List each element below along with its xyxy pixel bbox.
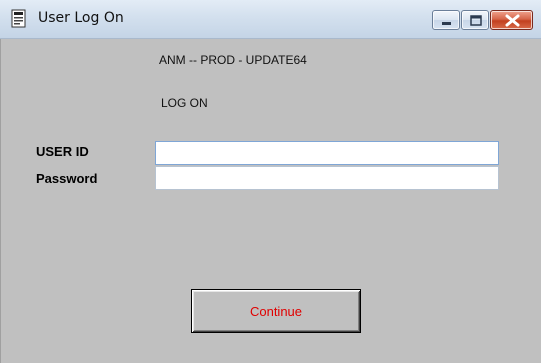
- minimize-button[interactable]: [432, 10, 460, 30]
- close-button[interactable]: [490, 10, 533, 30]
- password-input[interactable]: [155, 166, 499, 190]
- password-label: Password: [36, 171, 98, 186]
- log-on-heading: LOG ON: [161, 96, 208, 110]
- environment-label: ANM -- PROD - UPDATE64: [159, 53, 307, 67]
- maximize-button[interactable]: [461, 10, 489, 30]
- user-id-input[interactable]: [155, 141, 499, 165]
- continue-button[interactable]: Continue: [191, 289, 361, 333]
- document-icon: [10, 9, 28, 29]
- user-id-label: USER ID: [36, 144, 89, 159]
- title-bar[interactable]: User Log On: [0, 0, 541, 39]
- log-on-panel: ANM -- PROD - UPDATE64 LOG ON USER ID Pa…: [0, 39, 541, 363]
- user-log-on-window: User Log On ANM -- PROD - UPDATE64 LOG O…: [0, 0, 541, 363]
- window-title: User Log On: [38, 10, 124, 26]
